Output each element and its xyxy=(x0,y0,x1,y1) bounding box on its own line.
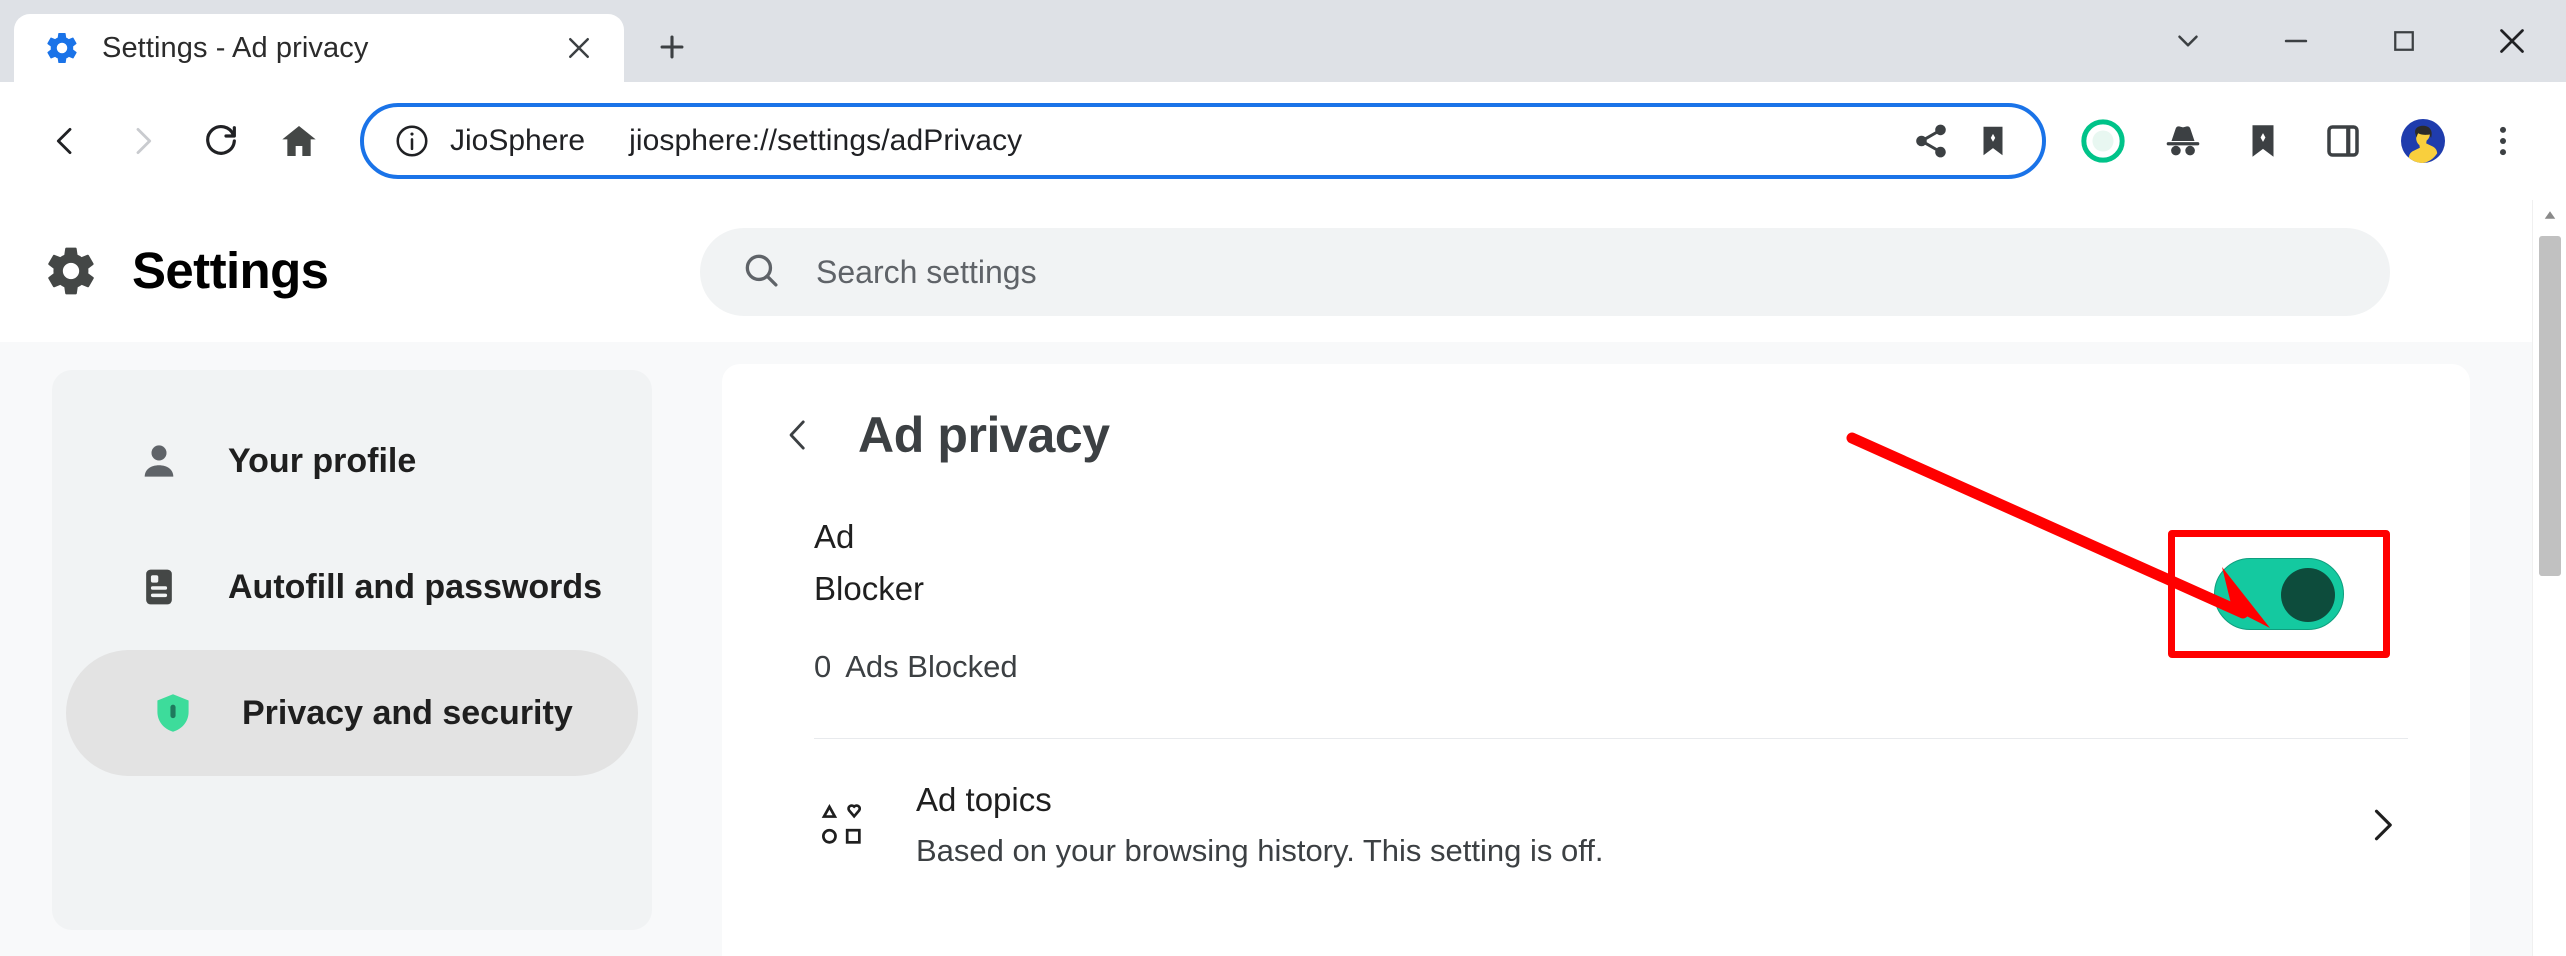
sidebar-item-label: Privacy and security xyxy=(242,693,573,732)
new-tab-button[interactable] xyxy=(640,15,704,79)
search-placeholder: Search settings xyxy=(816,253,1037,290)
scroll-up-arrow-icon[interactable] xyxy=(2533,200,2566,230)
tab-title: Settings - Ad privacy xyxy=(102,31,369,64)
omnibox-origin: JioSphere xyxy=(450,124,586,157)
shield-icon xyxy=(150,690,196,736)
ad-blocker-label: Ad Blocker xyxy=(814,520,1074,605)
gear-icon xyxy=(44,30,80,66)
tab-search-button[interactable] xyxy=(2134,0,2242,82)
tab-strip: Settings - Ad privacy xyxy=(0,0,2566,82)
back-button[interactable] xyxy=(26,102,104,180)
panel-title: Ad privacy xyxy=(858,407,1110,463)
sidebar-item-label: Your profile xyxy=(228,441,417,480)
ad-blocker-setting: Ad Blocker 0 Ads Blocked xyxy=(814,520,2408,708)
ad-topics-title: Ad topics xyxy=(916,781,1052,818)
reload-button[interactable] xyxy=(182,102,260,180)
settings-page: Settings Search settings Your profile Au… xyxy=(0,200,2566,956)
sidebar-item-privacy-and-security[interactable]: Privacy and security xyxy=(66,650,638,776)
close-tab-icon[interactable] xyxy=(556,25,602,71)
minimize-button[interactable] xyxy=(2242,0,2350,82)
avatar[interactable] xyxy=(2386,104,2460,178)
omnibox-url[interactable]: jiosphere://settings/adPrivacy xyxy=(595,124,1900,158)
ads-blocked-number: 0 xyxy=(814,649,832,684)
search-icon xyxy=(740,249,782,296)
document-icon xyxy=(136,564,182,610)
sidebar-item-your-profile[interactable]: Your profile xyxy=(52,398,638,524)
settings-sidebar: Your profile Autofill and passwords Priv… xyxy=(0,342,722,956)
ad-blocker-label-line1: Ad xyxy=(814,518,855,555)
chevron-right-icon[interactable] xyxy=(2356,799,2408,851)
incognito-icon[interactable] xyxy=(2146,104,2220,178)
window-controls xyxy=(2134,0,2566,82)
browser-tab[interactable]: Settings - Ad privacy xyxy=(14,14,624,82)
browser-toolbar: JioSphere jiosphere://settings/adPrivacy xyxy=(0,82,2566,200)
sidebar-card: Your profile Autofill and passwords Priv… xyxy=(52,370,652,930)
home-button[interactable] xyxy=(260,102,338,180)
vertical-scrollbar[interactable] xyxy=(2532,200,2566,956)
ad-topics-text: Ad topics Based on your browsing history… xyxy=(916,781,2310,869)
toggle-highlight-box xyxy=(2168,530,2390,658)
gear-icon xyxy=(42,242,100,300)
bookmark-icon[interactable] xyxy=(1962,110,2024,172)
toggle-knob xyxy=(2281,568,2335,622)
ads-blocked-label: Ads Blocked xyxy=(845,649,1018,684)
address-bar[interactable]: JioSphere jiosphere://settings/adPrivacy xyxy=(360,103,2046,179)
sidebar-item-autofill-and-passwords[interactable]: Autofill and passwords xyxy=(52,524,638,650)
bookmarks-icon[interactable] xyxy=(2226,104,2300,178)
shield-extension-icon[interactable] xyxy=(2066,104,2140,178)
sidebar-item-label: Autofill and passwords xyxy=(228,567,603,606)
page-title: Settings xyxy=(132,242,329,299)
side-panel-icon[interactable] xyxy=(2306,104,2380,178)
scrollbar-thumb[interactable] xyxy=(2539,236,2561,576)
info-icon[interactable] xyxy=(390,119,434,163)
divider xyxy=(814,738,2408,739)
more-menu-icon[interactable] xyxy=(2466,104,2540,178)
search-settings-input[interactable]: Search settings xyxy=(700,228,2390,316)
close-window-button[interactable] xyxy=(2458,0,2566,82)
ad-blocker-label-line2: Blocker xyxy=(814,570,925,607)
settings-header: Settings Search settings xyxy=(0,200,2566,342)
ad-blocker-toggle[interactable] xyxy=(2214,558,2344,630)
settings-body: Your profile Autofill and passwords Priv… xyxy=(0,342,2566,956)
ad-topics-subtitle: Based on your browsing history. This set… xyxy=(916,833,1604,868)
person-icon xyxy=(136,438,182,484)
maximize-button[interactable] xyxy=(2350,0,2458,82)
ad-privacy-panel: Ad privacy Ad Blocker 0 Ads Blocked Ad t… xyxy=(722,364,2470,956)
panel-header: Ad privacy xyxy=(722,364,2470,464)
share-icon[interactable] xyxy=(1900,110,1962,172)
chevron-left-icon[interactable] xyxy=(774,411,822,459)
ad-topics-icon xyxy=(814,797,870,853)
ad-topics-row[interactable]: Ad topics Based on your browsing history… xyxy=(814,765,2408,885)
forward-button[interactable] xyxy=(104,102,182,180)
